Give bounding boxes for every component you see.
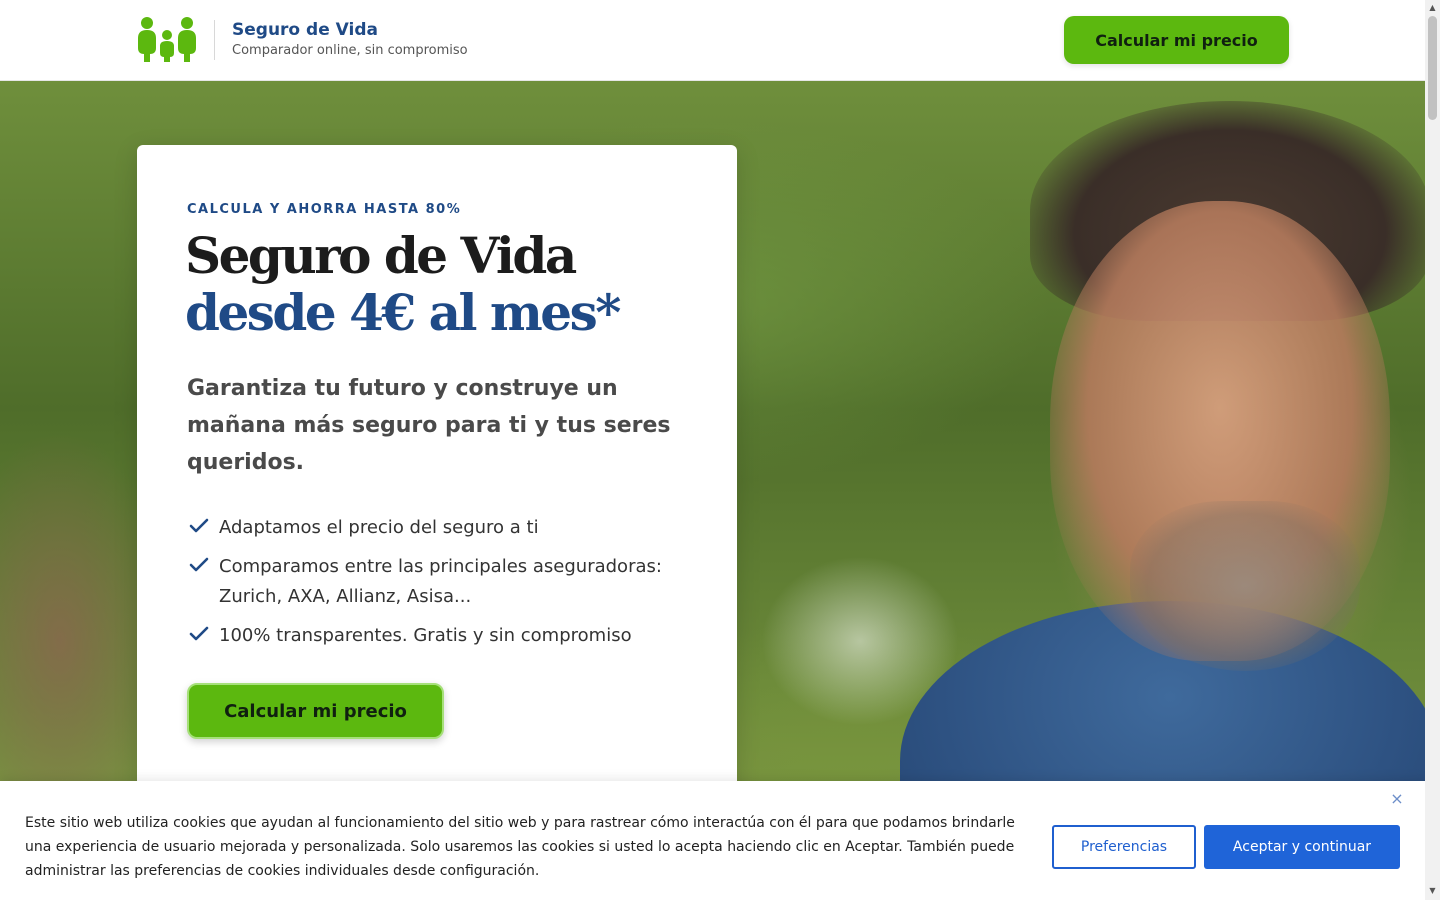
cookie-banner: Este sitio web utiliza cookies que ayuda…: [0, 781, 1427, 900]
hero-card: CALCULA Y AHORRA HASTA 80% Seguro de Vid…: [137, 145, 737, 845]
hero-lead: Garantiza tu futuro y construye un mañan…: [187, 376, 671, 475]
scroll-up-arrow-icon[interactable]: ▲: [1425, 2, 1440, 14]
family-icon[interactable]: [136, 16, 200, 64]
cookie-text: Este sitio web utiliza cookies que ayuda…: [25, 815, 1015, 879]
benefit-text: Adaptamos el precio del seguro a ti: [219, 517, 539, 538]
brand-title[interactable]: Seguro de Vida: [232, 20, 378, 40]
headline-main: Seguro de Vida: [185, 226, 577, 285]
scrollbar-thumb[interactable]: [1428, 16, 1437, 120]
benefit-text: Comparamos entre las principales asegura…: [219, 556, 662, 607]
hero-photo-beard: [1130, 501, 1360, 671]
scroll-down-arrow-icon[interactable]: ▼: [1425, 885, 1440, 897]
hero-headline: Seguro de Vida desde 4€ al mes*: [185, 227, 705, 341]
cookie-preferences-button[interactable]: Preferencias: [1052, 825, 1196, 869]
close-icon[interactable]: ×: [1388, 790, 1406, 808]
page-scrollbar[interactable]: ▲ ▼: [1425, 0, 1440, 900]
hero-calculate-price-button[interactable]: Calcular mi precio: [187, 683, 444, 739]
benefit-item: 100% transparentes. Gratis y sin comprom…: [187, 621, 707, 651]
benefit-text: 100% transparentes. Gratis y sin comprom…: [219, 625, 632, 646]
benefit-item: Adaptamos el precio del seguro a ti: [187, 513, 707, 543]
check-icon: [189, 518, 209, 533]
site-header: Seguro de Vida Comparador online, sin co…: [0, 0, 1425, 81]
check-icon: [189, 626, 209, 641]
hero-eyebrow: CALCULA Y AHORRA HASTA 80%: [187, 202, 462, 217]
headline-accent: desde 4€ al mes*: [185, 283, 621, 342]
brand-subtitle: Comparador online, sin compromiso: [232, 43, 468, 58]
check-icon: [189, 557, 209, 572]
header-calculate-price-button[interactable]: Calcular mi precio: [1064, 16, 1289, 64]
cookie-accept-button[interactable]: Aceptar y continuar: [1204, 825, 1400, 869]
benefits-list: Adaptamos el precio del seguro a ti Comp…: [187, 513, 707, 660]
logo-divider: [214, 20, 215, 60]
benefit-item: Comparamos entre las principales asegura…: [187, 552, 707, 612]
